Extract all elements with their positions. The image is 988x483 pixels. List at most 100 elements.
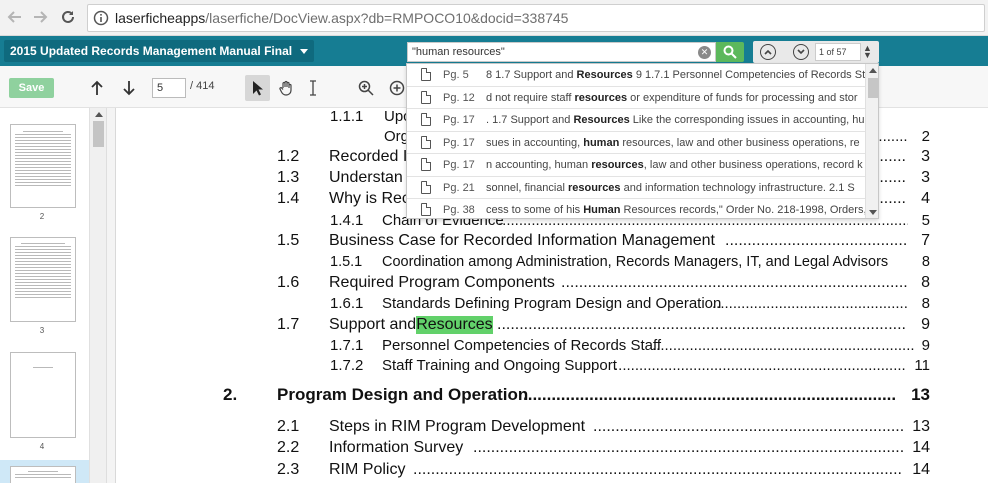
search-result-item[interactable]: Pg. 17 sues in accounting, human resourc… (407, 132, 865, 154)
toc-page: 14 (912, 461, 930, 478)
search-result-item[interactable]: Pg. 12 d not require staff resources or … (407, 87, 865, 109)
hit-spinner-icon[interactable]: ▲ ▼ (863, 44, 872, 60)
result-page: Pg. 21 (443, 181, 475, 194)
document-icon (421, 90, 431, 104)
search-result-item[interactable]: Pg. 21 sonnel, financial resources and i… (407, 177, 865, 199)
toc-row[interactable]: 1.5.1 Coordination among Administration,… (330, 254, 930, 274)
next-hit-button[interactable] (793, 44, 809, 60)
toc-row[interactable]: 1.6.1 Standards Defining Program Design … (330, 295, 930, 315)
scroll-down-icon[interactable] (869, 210, 877, 215)
result-page: Pg. 12 (443, 91, 475, 104)
next-page-icon[interactable] (120, 79, 138, 97)
search-result-item[interactable]: Pg. 17 n accounting, human resources, la… (407, 154, 865, 177)
scroll-thumb[interactable] (868, 78, 878, 98)
toc-row[interactable]: 1.7.2 Staff Training and Ongoing Support… (330, 357, 930, 377)
toc-row[interactable]: 1.6 Required Program Components ........… (277, 274, 930, 294)
toc-row[interactable]: 1.7 Support and Resources ..............… (277, 316, 930, 336)
document-icon (421, 113, 431, 126)
search-field[interactable]: ✕ (407, 42, 716, 62)
document-title: 2015 Updated Records Management Manual F… (10, 44, 293, 58)
results-scrollbar[interactable] (865, 64, 878, 218)
document-title-dropdown[interactable]: 2015 Updated Records Management Manual F… (4, 40, 315, 62)
result-page: Pg. 17 (443, 159, 475, 171)
toc-number: 1.7.1 (330, 337, 364, 354)
thumbnail-page-4[interactable] (10, 352, 76, 438)
browser-bar: laserficheapps/laserfiche/DocView.aspx?d… (0, 0, 988, 36)
address-bar[interactable]: laserficheapps/laserfiche/DocView.aspx?d… (87, 4, 985, 32)
document-icon (421, 180, 431, 194)
thumbnail-label: 3 (39, 326, 45, 335)
thumbnail-scrollbar[interactable] (90, 108, 107, 483)
result-snippet: sonnel, financial resources and informat… (486, 181, 855, 194)
thumbnail-selected-page-5[interactable] (0, 460, 89, 483)
toc-row[interactable]: 2. Program Design and Operation ........… (223, 385, 930, 409)
toc-row[interactable]: 2.2 Information Survey .................… (277, 439, 930, 459)
scroll-thumb[interactable] (93, 121, 104, 147)
scroll-up-icon[interactable] (95, 112, 103, 117)
toc-number: 1.6.1 (330, 295, 364, 312)
text-select-icon[interactable] (304, 79, 322, 97)
document-icon (421, 68, 431, 81)
search-input[interactable] (412, 44, 692, 60)
toc-number: 2.2 (277, 439, 300, 456)
scroll-up-icon[interactable] (869, 68, 877, 73)
info-icon[interactable] (93, 10, 109, 31)
toc-title: Coordination among Administration, Recor… (382, 254, 889, 270)
document-icon (421, 203, 431, 216)
clear-search-icon[interactable]: ✕ (698, 46, 711, 59)
result-snippet: sues in accounting, human resources, law… (486, 136, 860, 149)
result-snippet: . 1.7 Support and Resources Like the cor… (486, 114, 865, 126)
chevron-up-icon (764, 49, 772, 55)
add-icon[interactable] (388, 79, 406, 97)
toc-title: Steps in RIM Program Development (329, 418, 586, 435)
search-result-item[interactable]: Pg. 5 8 1.7 Support and Resources 9 1.7.… (407, 64, 865, 87)
reload-icon[interactable] (57, 6, 79, 28)
pan-hand-icon[interactable] (277, 79, 295, 97)
toc-page: 3 (921, 169, 930, 186)
toc-row[interactable]: 2.3 RIM Policy .........................… (277, 461, 930, 481)
toc-number: 1.7 (277, 316, 300, 333)
page-number-input[interactable]: 5 (152, 78, 186, 98)
thumbnail-pane: 2 3 4 (0, 108, 90, 483)
thumbnail-page-3[interactable] (10, 237, 76, 322)
result-snippet: n accounting, human resources, law and o… (486, 159, 863, 171)
toc-page: 5 (921, 212, 930, 229)
search-result-item[interactable]: Pg. 38 cess to some of his Human Resourc… (407, 199, 865, 218)
result-page: Pg. 17 (443, 114, 475, 126)
toc-page: 8 (921, 274, 930, 291)
back-icon[interactable] (4, 6, 26, 28)
toc-row[interactable]: 1.7.1 Personnel Competencies of Records … (330, 337, 930, 357)
toc-number: 1.6 (277, 274, 300, 291)
thumbnail-page-2[interactable] (10, 124, 76, 208)
result-snippet: 8 1.7 Support and Resources 9 1.7.1 Pers… (486, 69, 865, 81)
previous-hit-button[interactable] (760, 44, 776, 60)
toc-number: 1.7.2 (330, 357, 364, 374)
toc-title: Program Design and Operation (277, 385, 529, 404)
toc-title: Understan (329, 169, 403, 186)
toc-number: 1.4.1 (330, 212, 364, 229)
zoom-in-icon[interactable] (357, 79, 375, 97)
toc-title: Staff Training and Ongoing Support (382, 357, 617, 374)
toc-page: 4 (921, 190, 930, 207)
toc-title: Information Survey (329, 439, 464, 456)
toc-number: 1.5 (277, 232, 300, 249)
toc-row[interactable]: 2.1 Steps in RIM Program Development ...… (277, 418, 930, 438)
forward-icon[interactable] (29, 6, 51, 28)
result-page: Pg. 17 (443, 136, 475, 149)
previous-page-icon[interactable] (88, 79, 106, 97)
thumbnail-page-5[interactable] (10, 466, 76, 483)
toc-page: 9 (921, 316, 930, 333)
toc-title: Recorded I (329, 148, 408, 165)
toc-row[interactable]: 1.5 Business Case for Recorded Informati… (277, 232, 930, 252)
select-tool-button[interactable] (245, 75, 270, 101)
toc-number: 1.4 (277, 190, 300, 207)
url-path: /laserfiche/DocView.aspx?db=RMPOCO10&doc… (205, 10, 569, 26)
toc-page: 7 (921, 232, 930, 249)
search-button[interactable] (716, 42, 744, 62)
toc-page: 14 (912, 439, 930, 456)
url-text: laserficheapps/laserfiche/DocView.aspx?d… (115, 10, 568, 26)
save-button[interactable]: Save (9, 78, 54, 98)
toc-number: 1.3 (277, 169, 300, 186)
hit-count[interactable]: 1 of 57 (815, 43, 861, 61)
search-result-item[interactable]: Pg. 17 . 1.7 Support and Resources Like … (407, 109, 865, 132)
